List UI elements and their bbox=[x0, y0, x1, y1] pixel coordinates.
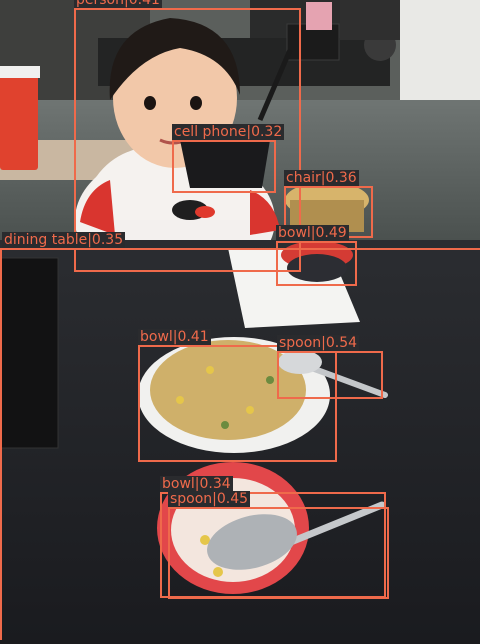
detection-bowl-small-box: bowl|0.49 bbox=[276, 225, 357, 286]
detection-spoon-plate-label: spoon|0.54 bbox=[277, 335, 360, 351]
bin-liner bbox=[0, 66, 40, 78]
detection-person-label: person|0.41 bbox=[74, 0, 162, 8]
detection-bowl-front-label: bowl|0.34 bbox=[160, 476, 233, 492]
detection-spoon-front-box: spoon|0.45 bbox=[168, 491, 389, 599]
scooter-body bbox=[340, 0, 400, 40]
white-pillar bbox=[400, 0, 480, 110]
detection-spoon-front-label: spoon|0.45 bbox=[168, 491, 251, 507]
back-cup bbox=[306, 2, 332, 30]
detection-bowl-plate-label: bowl|0.41 bbox=[138, 329, 211, 345]
detection-cell-phone-label: cell phone|0.32 bbox=[172, 124, 285, 140]
detection-bowl-small-label: bowl|0.49 bbox=[276, 225, 349, 241]
detection-dining-table-label: dining table|0.35 bbox=[2, 232, 126, 248]
red-bin bbox=[0, 70, 38, 170]
detection-chair-label: chair|0.36 bbox=[284, 170, 359, 186]
detection-spoon-plate-box: spoon|0.54 bbox=[277, 335, 383, 399]
detection-cell-phone-box: cell phone|0.32 bbox=[172, 124, 285, 193]
photo-scene: person|0.41 cell phone|0.32 chair|0.36 d… bbox=[0, 0, 480, 640]
